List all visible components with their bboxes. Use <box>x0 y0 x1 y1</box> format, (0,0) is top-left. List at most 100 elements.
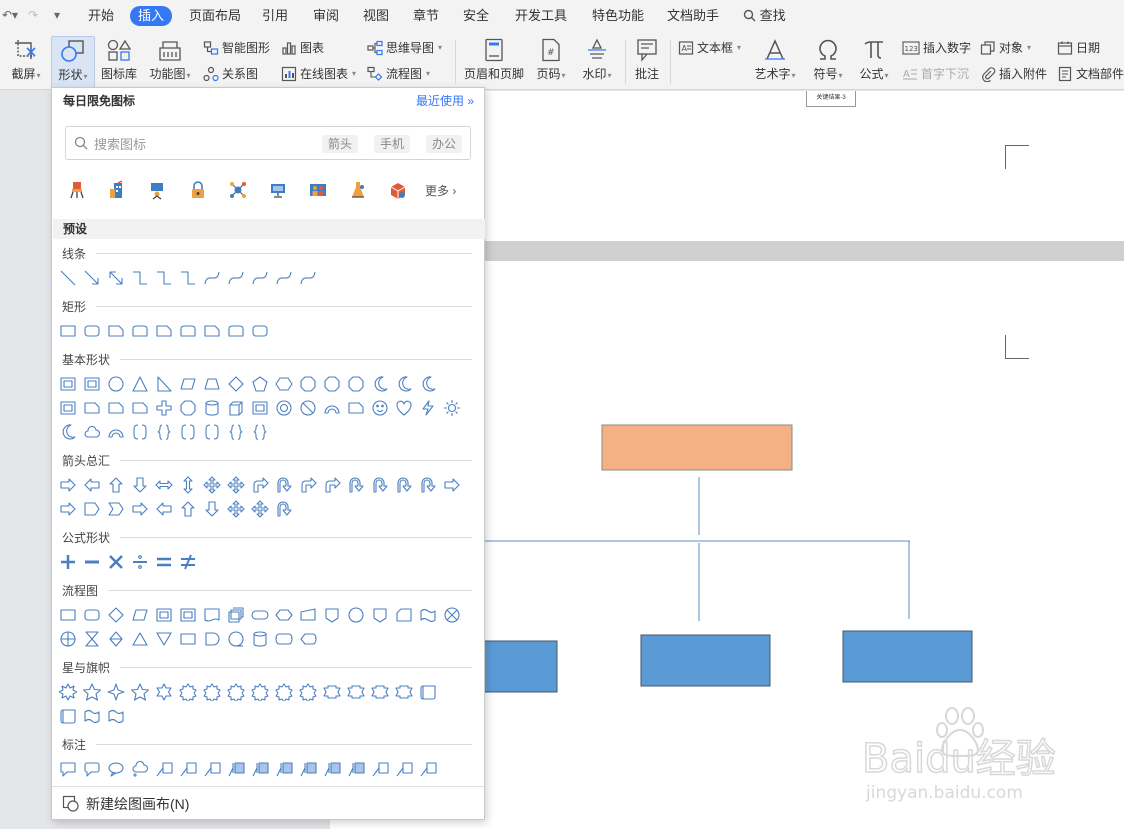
circle-shape-icon[interactable] <box>107 375 125 393</box>
tab-chapter[interactable]: 章节 <box>405 6 447 26</box>
tab-special-features[interactable]: 特色功能 <box>584 6 652 26</box>
callbar-shape-icon[interactable] <box>251 760 269 778</box>
callrrect-shape-icon[interactable] <box>83 760 101 778</box>
screenshot-button[interactable]: 截屏▾ <box>6 38 46 82</box>
bracket-shape-icon[interactable] <box>179 423 197 441</box>
plusop-shape-icon[interactable] <box>59 553 77 571</box>
elbow-shape-icon[interactable] <box>155 269 173 287</box>
callline-shape-icon[interactable] <box>203 760 221 778</box>
brace-shape-icon[interactable] <box>227 423 245 441</box>
callbar-shape-icon[interactable] <box>299 760 317 778</box>
callcloud-shape-icon[interactable] <box>131 760 149 778</box>
more-icons-link[interactable]: 更多 › <box>425 182 456 199</box>
callline-shape-icon[interactable] <box>419 760 437 778</box>
divop-shape-icon[interactable] <box>131 553 149 571</box>
wave-shape-icon[interactable] <box>83 707 101 725</box>
tab-page-layout[interactable]: 页面布局 <box>181 6 249 26</box>
diamond-shape-icon[interactable] <box>227 375 245 393</box>
udarrow-shape-icon[interactable] <box>179 476 197 494</box>
shapes-button[interactable]: 形状▾ <box>51 36 95 88</box>
rrect-shape-icon[interactable] <box>251 322 269 340</box>
rarrow-shape-icon[interactable] <box>443 476 461 494</box>
insert-attachment-button[interactable]: 插入附件 <box>980 65 1047 83</box>
watermark-button[interactable]: 水印▾ <box>577 38 617 82</box>
orjunc-shape-icon[interactable] <box>59 630 77 648</box>
icon-library-button[interactable]: 图标库 <box>99 38 139 82</box>
ribbon-shape-icon[interactable] <box>395 683 413 701</box>
team-icon[interactable] <box>309 180 327 200</box>
package-icon[interactable] <box>389 180 407 200</box>
moon-shape-icon[interactable] <box>59 423 77 441</box>
arc-shape-icon[interactable] <box>107 423 125 441</box>
drop-cap-button[interactable]: A 首字下沉 <box>902 65 969 83</box>
para-shape-icon[interactable] <box>179 375 197 393</box>
top-box-shape[interactable] <box>601 424 793 471</box>
larrow-shape-icon[interactable] <box>83 476 101 494</box>
star5-shape-icon[interactable] <box>83 683 101 701</box>
moon-shape-icon[interactable] <box>419 375 437 393</box>
snip-shape-icon[interactable] <box>107 322 125 340</box>
function-chart-button[interactable]: 功能图▾ <box>146 38 194 82</box>
larrow-shape-icon[interactable] <box>155 500 173 518</box>
bolt-shape-icon[interactable] <box>419 399 437 417</box>
bent-shape-icon[interactable] <box>323 476 341 494</box>
callbar-shape-icon[interactable] <box>347 760 365 778</box>
line-shape-icon[interactable] <box>59 269 77 287</box>
gear7-shape-icon[interactable] <box>251 683 269 701</box>
tab-security[interactable]: 安全 <box>455 6 497 26</box>
gear7-shape-icon[interactable] <box>203 683 221 701</box>
delay-shape-icon[interactable] <box>203 630 221 648</box>
snip-shape-icon[interactable] <box>107 399 125 417</box>
redo-icon[interactable]: ↷ <box>28 8 38 22</box>
quad-shape-icon[interactable] <box>203 476 221 494</box>
callout-shape-icon[interactable] <box>107 760 125 778</box>
smile-shape-icon[interactable] <box>371 399 389 417</box>
burst-shape-icon[interactable] <box>59 683 77 701</box>
uarrow-shape-icon[interactable] <box>107 476 125 494</box>
circle-shape-icon[interactable] <box>347 606 365 624</box>
snip-shape-icon[interactable] <box>155 322 173 340</box>
gear7-shape-icon[interactable] <box>227 683 245 701</box>
search-tag-arrow[interactable]: 箭头 <box>322 135 359 153</box>
curve-shape-icon[interactable] <box>299 269 317 287</box>
darrow2-shape-icon[interactable] <box>203 500 221 518</box>
tab-shape-icon[interactable] <box>179 322 197 340</box>
sumjunc-shape-icon[interactable] <box>443 606 461 624</box>
header-footer-button[interactable]: 页眉和页脚 <box>462 38 526 82</box>
tri-shape-icon[interactable] <box>131 375 149 393</box>
online-chart-button[interactable]: 在线图表 ▾ <box>281 65 356 83</box>
snip-shape-icon[interactable] <box>131 399 149 417</box>
page-number-button[interactable]: # 页码▾ <box>531 38 571 82</box>
lrarrow-shape-icon[interactable] <box>155 476 173 494</box>
rrect-shape-icon[interactable] <box>83 322 101 340</box>
para-shape-icon[interactable] <box>131 606 149 624</box>
extract-shape-icon[interactable] <box>131 630 149 648</box>
uarrow-shape-icon[interactable] <box>179 500 197 518</box>
rrect-shape-icon[interactable] <box>83 606 101 624</box>
chair-icon[interactable] <box>68 180 86 200</box>
object-button[interactable]: 对象 ▾ <box>980 39 1031 57</box>
frame-shape-icon[interactable] <box>83 375 101 393</box>
bent-shape-icon[interactable] <box>251 476 269 494</box>
callline-shape-icon[interactable] <box>155 760 173 778</box>
mind-map-button[interactable]: 思维导图 ▾ <box>367 39 442 57</box>
callline-shape-icon[interactable] <box>395 760 413 778</box>
display-shape-icon[interactable] <box>299 630 317 648</box>
rect-shape-icon[interactable] <box>59 322 77 340</box>
moon-shape-icon[interactable] <box>371 375 389 393</box>
formula-button[interactable]: 公式▾ <box>854 38 894 82</box>
cube-shape-icon[interactable] <box>227 399 245 417</box>
bracket-shape-icon[interactable] <box>203 423 221 441</box>
multidoc-shape-icon[interactable] <box>227 606 245 624</box>
drum-shape-icon[interactable] <box>275 630 293 648</box>
recent-used-link[interactable]: 最近使用 » <box>416 92 474 109</box>
tab-doc-assistant[interactable]: 文档助手 <box>659 6 727 26</box>
tab-references[interactable]: 引用 <box>254 6 296 26</box>
quick-access-dropdown-icon[interactable]: ▾ <box>54 8 60 22</box>
date-button[interactable]: 日期 <box>1057 39 1100 57</box>
frame-shape-icon[interactable] <box>59 375 77 393</box>
doc-parts-button[interactable]: 文档部件 <box>1057 65 1124 83</box>
icon-search-box[interactable]: 箭头 手机 办公 <box>65 126 471 160</box>
minusop-shape-icon[interactable] <box>83 553 101 571</box>
darrow2-shape-icon[interactable] <box>131 476 149 494</box>
